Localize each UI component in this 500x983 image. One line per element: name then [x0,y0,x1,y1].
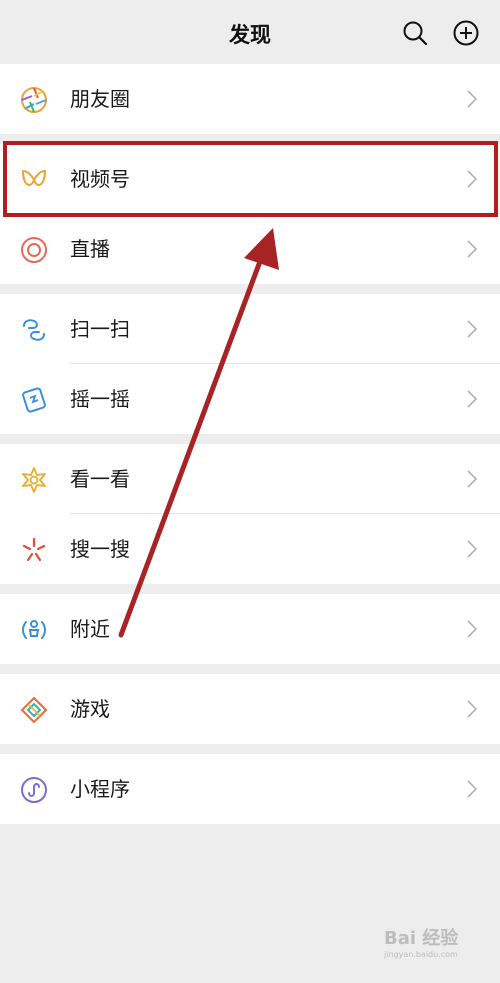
watermark-url: jingyan.baidu.com [384,950,458,959]
chevron-right-icon [467,470,478,488]
chevron-right-icon [467,90,478,108]
menu-label-games: 游戏 [70,697,110,721]
highlight-box [3,141,498,217]
menu-item-mini-programs[interactable]: 小程序 [0,754,500,824]
menu-item-top-stories[interactable]: 看一看 [0,444,500,514]
menu-item-scan[interactable]: 扫一扫 [0,294,500,364]
menu-item-moments[interactable]: 朋友圈 [0,64,500,134]
chevron-right-icon [467,620,478,638]
group-scan: 扫一扫 摇一摇 [0,294,500,434]
group-top-stories: 看一看 搜一搜 [0,444,500,584]
menu-label-mini-programs: 小程序 [70,777,130,801]
moments-icon [21,87,47,113]
menu-item-shake[interactable]: 摇一摇 [0,364,500,434]
search-feature-icon [22,537,46,562]
chevron-right-icon [467,320,478,338]
menu-item-search[interactable]: 搜一搜 [0,514,500,584]
add-icon[interactable] [452,19,480,47]
live-icon [21,237,47,263]
games-icon [20,696,48,724]
menu-label-search: 搜一搜 [70,537,130,561]
menu-label-scan: 扫一扫 [70,317,130,341]
group-moments: 朋友圈 [0,64,500,134]
menu-label-moments: 朋友圈 [70,87,130,111]
mini-programs-icon [21,777,47,803]
watermark-logo: Bai 经验 [384,928,459,949]
menu-item-games[interactable]: 游戏 [0,674,500,744]
group-nearby: 附近 [0,594,500,664]
group-mini-programs: 小程序 [0,754,500,824]
shake-icon [22,387,46,413]
search-icon[interactable] [401,19,429,47]
menu-item-nearby[interactable]: 附近 [0,594,500,664]
menu-label-nearby: 附近 [70,617,110,641]
nearby-icon [22,620,46,639]
group-games: 游戏 [0,674,500,744]
chevron-right-icon [467,390,478,408]
chevron-right-icon [467,780,478,798]
menu-item-live[interactable]: 直播 [0,214,500,284]
menu-label-live: 直播 [70,237,110,261]
top-stories-icon [22,467,46,493]
chevron-right-icon [467,700,478,718]
menu-label-top-stories: 看一看 [70,467,130,491]
nav-bar: 发现 [0,0,500,64]
menu-label-shake: 摇一摇 [70,387,130,411]
scan-icon [23,319,45,341]
chevron-right-icon [467,240,478,258]
chevron-right-icon [467,540,478,558]
